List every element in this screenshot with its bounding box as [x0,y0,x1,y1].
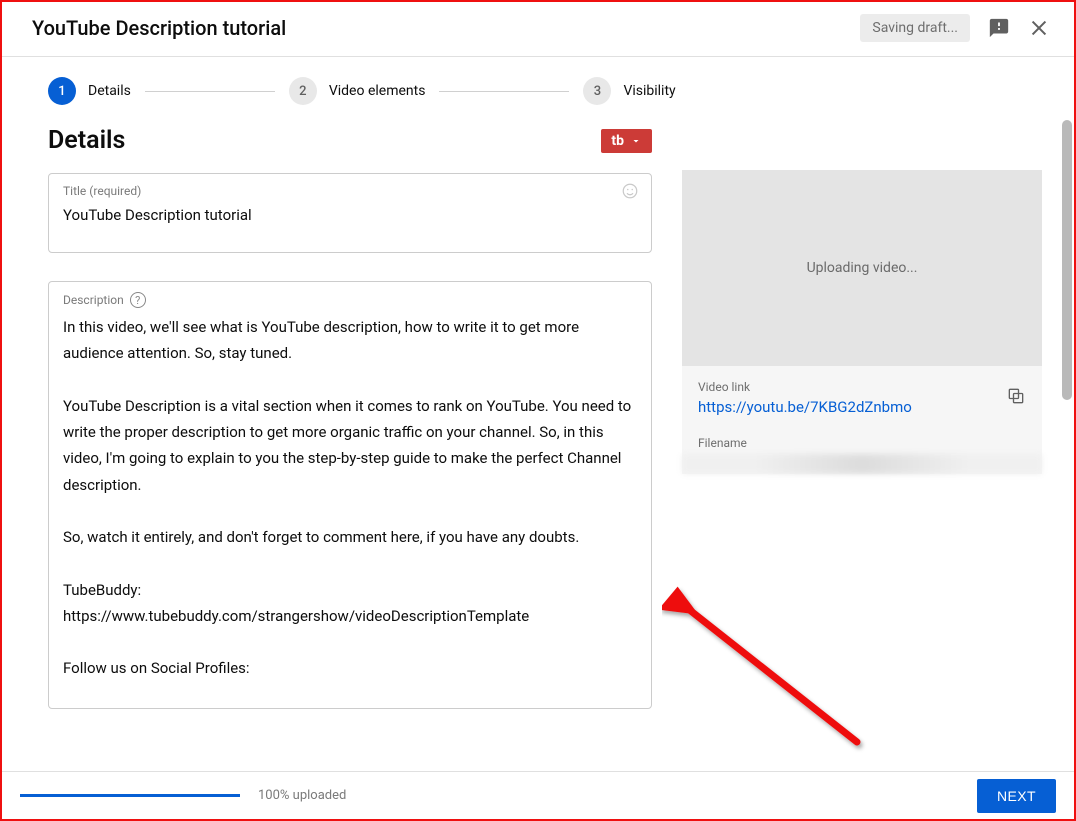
description-label: Description ? [63,292,637,308]
step-number: 1 [48,77,76,105]
upload-progress-label: 100% uploaded [258,788,346,803]
step-number: 2 [289,77,317,105]
uploading-text: Uploading video... [807,260,918,276]
video-thumbnail: Uploading video... [682,170,1042,366]
feedback-icon[interactable] [988,17,1010,39]
upload-progress-bar [20,794,240,797]
title-label: Title (required) [63,184,637,198]
step-label: Video elements [329,83,426,99]
details-heading: Details [48,126,125,155]
emoji-icon[interactable] [621,182,639,200]
step-label: Visibility [623,83,675,99]
scrollbar-thumb[interactable] [1062,120,1072,400]
details-header: Details tb [48,126,652,155]
tubebuddy-label: tb [611,133,624,149]
dialog-title: YouTube Description tutorial [32,16,286,40]
video-meta: Video link https://youtu.be/7KBG2dZnbmo … [682,366,1042,474]
filename-value-blurred [682,454,1042,474]
tubebuddy-dropdown[interactable]: tb [601,129,652,153]
saving-draft-badge: Saving draft... [860,14,970,42]
next-button[interactable]: NEXT [977,779,1056,813]
video-link-label: Video link [698,380,1006,394]
header-actions: Saving draft... [860,14,1050,42]
step-visibility[interactable]: 3 Visibility [583,77,675,105]
step-number: 3 [583,77,611,105]
video-link[interactable]: https://youtu.be/7KBG2dZnbmo [698,398,1006,416]
dialog-footer: 100% uploaded NEXT [2,771,1074,819]
step-connector [439,91,569,92]
step-connector [145,91,275,92]
title-field[interactable]: Title (required) YouTube Description tut… [48,173,652,253]
step-label: Details [88,83,131,99]
close-icon[interactable] [1028,17,1050,39]
filename-label: Filename [698,436,1026,450]
description-value: In this video, we'll see what is YouTube… [63,314,637,682]
title-value: YouTube Description tutorial [63,204,637,238]
content-scroll[interactable]: Details tb Title (required) YouTube Desc… [2,120,1074,771]
step-video-elements[interactable]: 2 Video elements [289,77,426,105]
chevron-down-icon [630,135,642,147]
description-field[interactable]: Description ? In this video, we'll see w… [48,281,652,709]
copy-icon[interactable] [1006,380,1026,410]
stepper: 1 Details 2 Video elements 3 Visibility [2,57,1074,115]
dialog-header: YouTube Description tutorial Saving draf… [2,2,1074,57]
description-label-text: Description [63,293,124,307]
step-details[interactable]: 1 Details [48,77,131,105]
help-icon[interactable]: ? [130,292,146,308]
video-preview-panel: Uploading video... Video link https://yo… [682,120,1042,737]
